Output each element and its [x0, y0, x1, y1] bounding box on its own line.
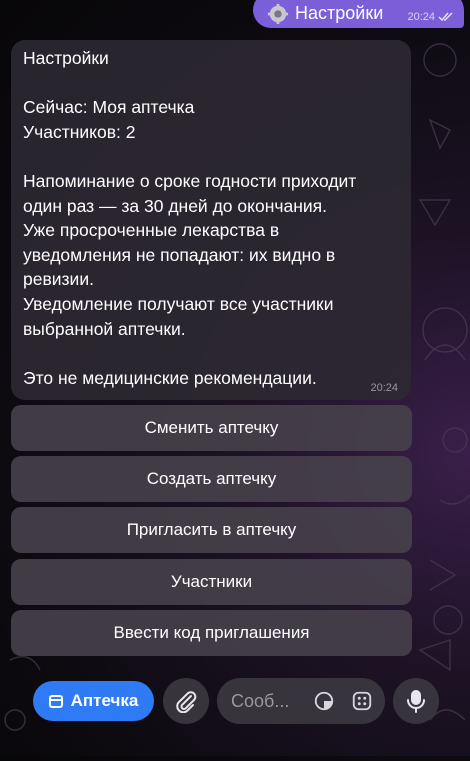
message-line: Напоминание о сроке годности приходит — [23, 170, 357, 191]
message-line: уведомления не попадают: их видно в — [23, 244, 336, 265]
message-line — [23, 71, 397, 96]
members-button[interactable]: Участники — [11, 559, 412, 605]
enter-invite-code-button[interactable]: Ввести код приглашения — [11, 610, 412, 656]
incoming-message-time: 20:24 — [370, 382, 398, 394]
message-line — [23, 341, 397, 366]
outgoing-message-time: 20:24 — [407, 11, 435, 23]
message-line: Это не медицинские рекомендации. — [23, 367, 317, 388]
message-line: Сейчас: Моя аптечка — [23, 97, 195, 118]
message-input-bar: Аптечка — [0, 672, 470, 756]
outgoing-message-text: Настройки — [295, 3, 384, 23]
invite-to-kit-button[interactable]: Пригласить в аптечку — [11, 507, 412, 553]
message-line: Уведомление получают все участники — [23, 293, 334, 314]
message-line: выбранной аптечки. — [23, 318, 186, 339]
message-line: Участников: 2 — [23, 121, 136, 142]
bot-menu-label: Аптечка — [70, 691, 139, 710]
message-line: один раз — за 30 дней до окончания. — [23, 195, 327, 216]
message-input-container[interactable] — [217, 678, 385, 724]
outgoing-message: Настройки 20:24 — [253, 0, 464, 28]
attach-button[interactable] — [163, 678, 209, 724]
message-line: Настройки — [23, 48, 109, 68]
sticker-icon[interactable] — [313, 690, 335, 712]
double-check-icon — [438, 12, 453, 22]
change-kit-button[interactable]: Сменить аптечку — [11, 405, 412, 451]
voice-record-button[interactable] — [393, 678, 439, 724]
menu-icon — [48, 694, 63, 708]
message-input[interactable] — [231, 688, 303, 714]
gear-icon — [267, 3, 289, 25]
microphone-icon — [407, 690, 425, 713]
commands-icon[interactable] — [351, 690, 373, 712]
message-line: ревизии. — [23, 269, 94, 290]
paperclip-icon — [176, 691, 197, 713]
outgoing-message-meta: 20:24 — [407, 11, 454, 23]
bot-menu-button[interactable]: Аптечка — [33, 681, 154, 721]
incoming-message: Настройки Сейчас: Моя аптечка Участников… — [11, 40, 411, 400]
message-line — [23, 144, 397, 169]
create-kit-button[interactable]: Создать аптечку — [11, 456, 412, 502]
message-line: Уже просроченные лекарства в — [23, 220, 280, 241]
